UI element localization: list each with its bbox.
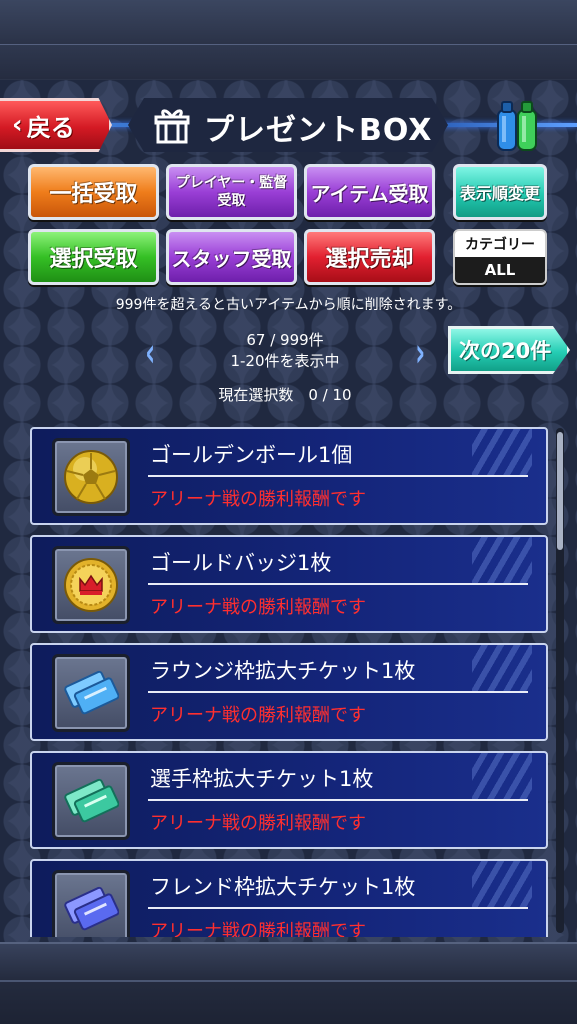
back-button[interactable]: ‹ 戻る	[0, 98, 112, 152]
next-page-arrow-icon[interactable]: ›	[415, 330, 425, 376]
item-icon-frame	[52, 870, 130, 937]
item-icon-frame	[52, 654, 130, 732]
player-manager-receive-label-1: プレイヤー・監督	[175, 175, 288, 191]
next-20-label: 次の20件	[459, 339, 552, 363]
list-item[interactable]: 選手枠拡大チケット1枚 アリーナ戦の勝利報酬です	[30, 751, 548, 849]
selection-count: 現在選択数 0 / 10	[218, 386, 352, 404]
select-receive-label: 選択受取	[49, 247, 138, 272]
item-receive-button[interactable]: アイテム受取	[304, 164, 435, 220]
item-name: ゴールデンボール1個	[150, 443, 353, 467]
select-sell-label: 選択売却	[325, 247, 414, 272]
ticket-green-icon	[64, 778, 119, 823]
chevron-left-icon: ‹	[12, 110, 23, 140]
list-item[interactable]: ラウンジ枠拡大チケット1枚 アリーナ戦の勝利報酬です	[30, 643, 548, 741]
gift-icon	[154, 109, 190, 144]
back-label: 戻る	[26, 113, 75, 142]
list-item[interactable]: ゴールデンボール1個 アリーナ戦の勝利報酬です	[30, 427, 548, 525]
ticket-purple-icon	[64, 886, 119, 931]
item-icon-frame	[52, 438, 130, 516]
staff-receive-button[interactable]: スタッフ受取	[166, 229, 297, 285]
item-name: ゴールドバッジ1枚	[150, 551, 332, 575]
stripe-decoration	[472, 429, 532, 475]
prev-page-arrow-icon[interactable]: ‹	[145, 330, 155, 376]
page-title: プレゼントBOX	[204, 113, 433, 148]
next-20-button[interactable]: 次の20件	[448, 326, 570, 374]
staff-receive-label: スタッフ受取	[171, 246, 292, 271]
item-divider	[148, 907, 528, 909]
top-bar	[0, 0, 577, 79]
stripe-decoration	[472, 861, 532, 907]
item-receive-label: アイテム受取	[310, 181, 429, 206]
sort-change-label: 表示順変更	[459, 184, 540, 203]
bulk-receive-label: 一括受取	[49, 182, 138, 207]
item-divider	[148, 583, 528, 585]
display-range: 1-20件を表示中	[230, 352, 340, 370]
item-name: ラウンジ枠拡大チケット1枚	[150, 659, 416, 683]
gold-badge-icon	[64, 558, 118, 612]
stripe-decoration	[472, 645, 532, 691]
bottom-bar	[0, 942, 577, 1024]
category-value: ALL	[455, 257, 545, 283]
item-description: アリーナ戦の勝利報酬です	[150, 813, 366, 834]
list-scroll-thumb[interactable]	[557, 432, 563, 550]
golden-ball-icon	[64, 450, 118, 504]
item-divider	[148, 475, 528, 477]
item-count: 67 / 999件	[246, 331, 324, 349]
ticket-blue-icon	[64, 670, 119, 715]
item-description: アリーナ戦の勝利報酬です	[150, 705, 366, 726]
item-icon-frame	[52, 546, 130, 624]
player-manager-receive-button[interactable]: プレイヤー・監督 受取	[166, 164, 297, 220]
item-description: アリーナ戦の勝利報酬です	[150, 921, 366, 937]
item-divider	[148, 691, 528, 693]
deletion-notice: 999件を超えると古いアイテムから順に削除されます。	[115, 297, 462, 313]
select-sell-button[interactable]: 選択売却	[304, 229, 435, 285]
item-description: アリーナ戦の勝利報酬です	[150, 597, 366, 618]
sort-change-button[interactable]: 表示順変更	[453, 164, 547, 220]
item-name: 選手枠拡大チケット1枚	[150, 767, 374, 791]
select-receive-button[interactable]: 選択受取	[28, 229, 159, 285]
present-list: ゴールデンボール1個 アリーナ戦の勝利報酬です ゴールドバッジ1枚 アリーナ戦の…	[30, 427, 548, 937]
list-item[interactable]: ゴールドバッジ1枚 アリーナ戦の勝利報酬です	[30, 535, 548, 633]
player-manager-receive-label-2: 受取	[217, 193, 246, 209]
bulk-receive-button[interactable]: 一括受取	[28, 164, 159, 220]
item-divider	[148, 799, 528, 801]
stripe-decoration	[472, 753, 532, 799]
stripe-decoration	[472, 537, 532, 583]
item-name: フレンド枠拡大チケット1枚	[150, 875, 416, 899]
category-label: カテゴリー	[465, 237, 535, 253]
bottles-icon[interactable]	[494, 98, 542, 154]
item-description: アリーナ戦の勝利報酬です	[150, 489, 366, 510]
category-button[interactable]: カテゴリー ALL	[453, 229, 547, 285]
item-icon-frame	[52, 762, 130, 840]
list-item[interactable]: フレンド枠拡大チケット1枚 アリーナ戦の勝利報酬です	[30, 859, 548, 937]
